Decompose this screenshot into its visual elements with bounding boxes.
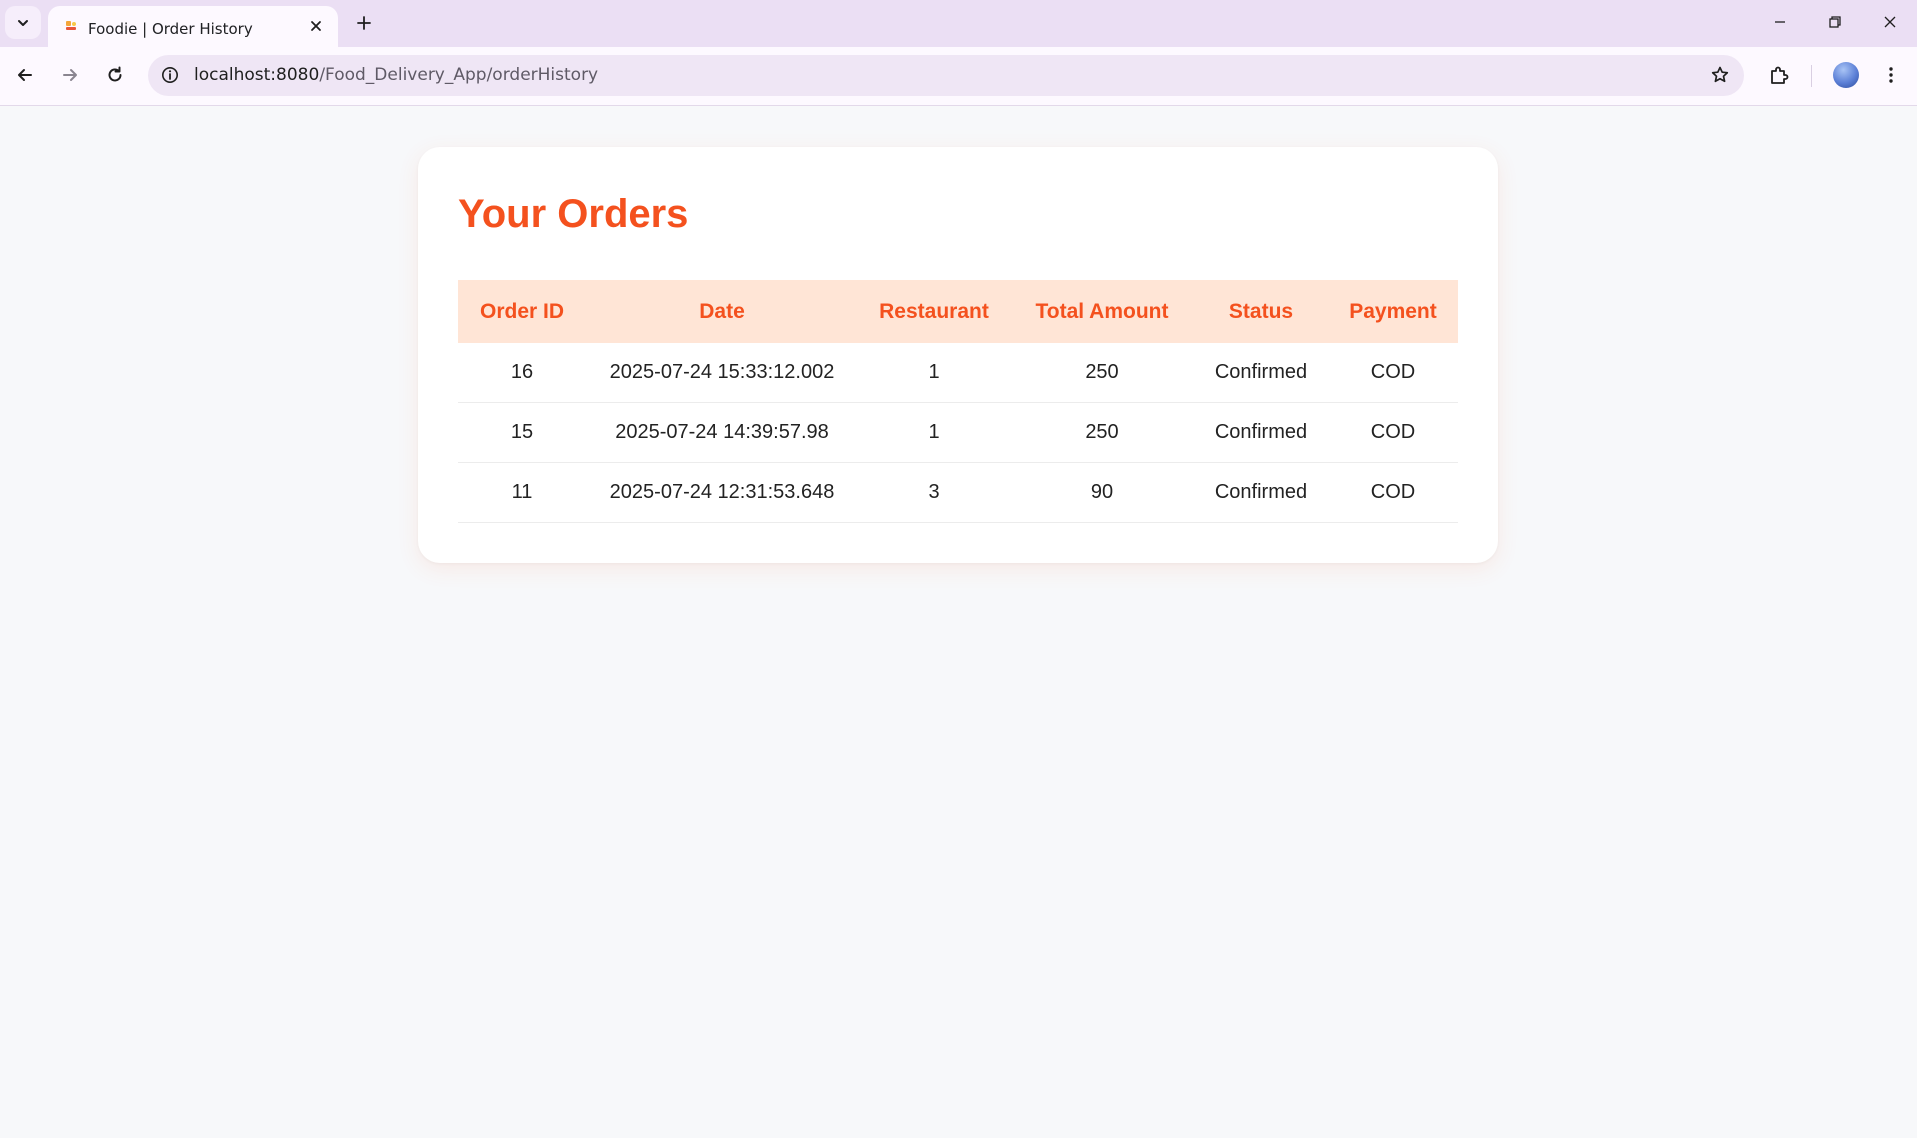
- bookmark-button[interactable]: [1708, 63, 1732, 87]
- column-header-payment: Payment: [1328, 280, 1458, 343]
- date-cell: 2025-07-24 15:33:12.002: [586, 343, 858, 403]
- restaurant-cell: 1: [858, 343, 1010, 403]
- url-path: /Food_Delivery_App/orderHistory: [319, 65, 599, 85]
- table-row: 11 2025-07-24 12:31:53.648 3 90 Confirme…: [458, 462, 1458, 523]
- site-info-button[interactable]: [158, 63, 182, 87]
- address-bar[interactable]: localhost:8080/Food_Delivery_App/orderHi…: [148, 55, 1744, 96]
- puzzle-icon: [1771, 66, 1789, 84]
- more-vertical-icon: [1889, 67, 1893, 83]
- extensions-button[interactable]: [1761, 57, 1797, 93]
- close-window-button[interactable]: [1862, 0, 1917, 44]
- total-amount-cell: 250: [1010, 343, 1194, 403]
- table-row: 15 2025-07-24 14:39:57.98 1 250 Confirme…: [458, 402, 1458, 463]
- url-text: localhost:8080/Food_Delivery_App/orderHi…: [194, 55, 598, 96]
- back-button[interactable]: [7, 57, 43, 93]
- arrow-left-icon: [18, 69, 32, 81]
- total-amount-cell: 90: [1010, 462, 1194, 523]
- tab-search-button[interactable]: [5, 6, 41, 39]
- orders-table: Order ID Date Restaurant Total Amount St…: [458, 280, 1458, 523]
- order-id-cell: 15: [458, 402, 586, 463]
- table-header-row: Order ID Date Restaurant Total Amount St…: [458, 280, 1458, 343]
- date-cell: 2025-07-24 14:39:57.98: [586, 402, 858, 463]
- star-icon: [1711, 66, 1729, 83]
- url-host: localhost:8080: [194, 65, 320, 85]
- restore-button[interactable]: [1807, 0, 1862, 44]
- chevron-down-icon: [18, 19, 28, 26]
- close-icon: [1884, 16, 1895, 28]
- close-icon: [311, 21, 321, 31]
- order-id-cell: 16: [458, 343, 586, 403]
- forward-button[interactable]: [52, 57, 88, 93]
- new-tab-button[interactable]: [349, 8, 379, 38]
- browser-toolbar: localhost:8080/Food_Delivery_App/orderHi…: [0, 47, 1917, 106]
- tab-strip: Foodie | Order History: [0, 0, 1917, 47]
- payment-cell: COD: [1328, 343, 1458, 403]
- food-favicon-icon: [66, 21, 76, 30]
- page-title: Your Orders: [458, 192, 689, 236]
- orders-card: Your Orders Order ID Date Restaurant Tot…: [418, 147, 1498, 563]
- column-header-status: Status: [1194, 280, 1328, 343]
- arrow-right-icon: [63, 69, 77, 81]
- tab-title: Foodie | Order History: [88, 20, 253, 38]
- minimize-button[interactable]: [1752, 0, 1807, 44]
- browser-tab-active[interactable]: Foodie | Order History: [48, 6, 338, 47]
- total-amount-cell: 250: [1010, 402, 1194, 463]
- restore-icon: [1828, 16, 1841, 28]
- restaurant-cell: 3: [858, 462, 1010, 523]
- toolbar-divider: [1811, 65, 1812, 87]
- status-cell: Confirmed: [1194, 343, 1328, 403]
- reload-button[interactable]: [97, 57, 133, 93]
- minimize-icon: [1774, 21, 1785, 23]
- reload-icon: [108, 66, 122, 82]
- browser-menu-button[interactable]: [1873, 57, 1909, 93]
- plus-icon: [357, 16, 371, 30]
- info-icon: [162, 67, 178, 83]
- tab-close-button[interactable]: [304, 14, 328, 38]
- payment-cell: COD: [1328, 462, 1458, 523]
- status-cell: Confirmed: [1194, 402, 1328, 463]
- date-cell: 2025-07-24 12:31:53.648: [586, 462, 858, 523]
- column-header-total-amount: Total Amount: [1010, 280, 1194, 343]
- payment-cell: COD: [1328, 402, 1458, 463]
- column-header-restaurant: Restaurant: [858, 280, 1010, 343]
- column-header-order-id: Order ID: [458, 280, 586, 343]
- table-row: 16 2025-07-24 15:33:12.002 1 250 Confirm…: [458, 343, 1458, 403]
- restaurant-cell: 1: [858, 402, 1010, 463]
- status-cell: Confirmed: [1194, 462, 1328, 523]
- order-id-cell: 11: [458, 462, 586, 523]
- column-header-date: Date: [586, 280, 858, 343]
- profile-avatar[interactable]: [1833, 62, 1859, 88]
